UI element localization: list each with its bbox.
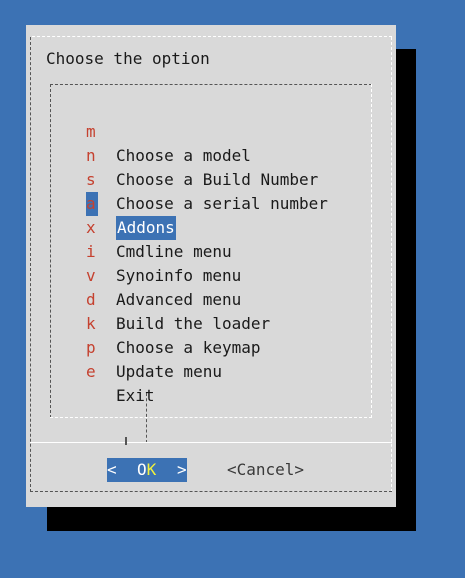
option-menu: m Choose a model n Choose a Build Number… — [82, 96, 328, 405]
menu-item-label: Choose a serial number — [116, 194, 328, 213]
menu-item-build-number[interactable]: n Choose a Build Number — [82, 120, 318, 189]
separator-tick — [125, 437, 127, 445]
menu-item-label: Choose a Build Number — [116, 170, 319, 189]
menu-item-exit[interactable]: e Exit — [82, 336, 155, 405]
dialog-border-bottom — [30, 491, 392, 492]
menu-item-advanced[interactable]: v Advanced menu — [82, 240, 241, 309]
ok-button-label: OK — [137, 460, 157, 479]
menu-item-hotkey: e — [86, 362, 96, 381]
ok-button[interactable]: < OK > — [107, 458, 187, 482]
button-separator — [30, 442, 392, 443]
menu-item-synoinfo[interactable]: i Synoinfo menu — [82, 216, 241, 285]
option-dialog: Choose the option m Choose a model n Cho… — [26, 25, 396, 507]
ok-button-left-bracket: < — [107, 460, 117, 479]
dialog-border-right — [391, 37, 392, 492]
menu-item-update[interactable]: p Update menu — [82, 312, 222, 381]
menu-item-addons[interactable]: a Addons — [82, 168, 176, 240]
menu-scroll-indicator — [146, 393, 147, 443]
cancel-button[interactable]: <Cancel> — [227, 458, 304, 482]
menu-item-cmdline[interactable]: x Cmdline menu — [82, 192, 232, 261]
dialog-border-left — [30, 37, 31, 492]
menu-item-keymap[interactable]: k Choose a keymap — [82, 288, 261, 357]
menu-item-serial-number[interactable]: s Choose a serial number — [82, 144, 328, 213]
dialog-title: Choose the option — [46, 49, 210, 68]
menu-item-build-loader[interactable]: d Build the loader — [82, 264, 270, 333]
menu-item-label: Exit — [116, 386, 155, 405]
menu-item-choose-model[interactable]: m Choose a model — [82, 96, 251, 165]
dialog-border-top — [32, 36, 392, 37]
ok-button-right-bracket: > — [177, 460, 187, 479]
